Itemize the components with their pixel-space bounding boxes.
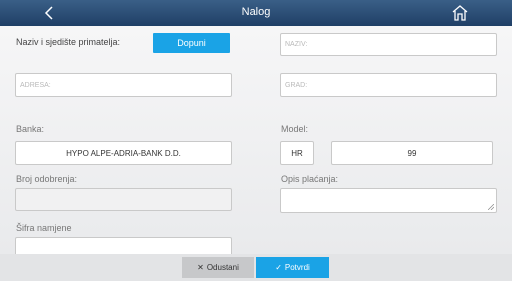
name-field[interactable]: NAZIV: (280, 33, 497, 56)
model-select[interactable]: 99 (331, 141, 493, 165)
bank-value: HYPO ALPE-ADRIA-BANK D.D. (66, 148, 181, 158)
resize-handle-icon[interactable] (488, 204, 494, 210)
cancel-button[interactable]: ✕ Odustani (182, 257, 254, 278)
confirm-button[interactable]: ✓ Potvrdi (256, 257, 329, 278)
model-label: Model: (281, 124, 309, 134)
address-placeholder: ADRESA: (20, 81, 51, 89)
cancel-label: Odustani (206, 263, 239, 272)
description-field[interactable] (280, 188, 497, 213)
purpose-label: Šifra namjene (16, 223, 72, 233)
action-bar: ✕ Odustani ✓ Potvrdi (0, 254, 512, 281)
model-country-field[interactable]: HR (280, 141, 314, 165)
recipient-label: Naziv i sjedište primatelja: (16, 37, 121, 47)
home-icon (452, 5, 468, 21)
approval-field[interactable] (15, 188, 232, 211)
bank-select[interactable]: HYPO ALPE-ADRIA-BANK D.D. (15, 141, 232, 165)
model-country-value: HR (291, 148, 303, 158)
page-title: Nalog (241, 6, 271, 18)
address-field[interactable]: ADRESA: (15, 73, 232, 97)
close-icon: ✕ (197, 263, 204, 272)
name-placeholder: NAZIV: (285, 41, 308, 48)
purpose-field[interactable] (15, 237, 232, 254)
description-label: Opis plaćanja: (281, 174, 339, 184)
city-field[interactable]: GRAD: (280, 73, 497, 97)
home-button[interactable] (450, 3, 470, 23)
city-placeholder: GRAD: (285, 81, 308, 89)
check-icon: ✓ (275, 263, 282, 272)
model-value: 99 (407, 148, 417, 158)
approval-label: Broj odobrenja: (16, 174, 78, 184)
fill-button[interactable]: Dopuni (153, 33, 230, 53)
top-bar: Nalog (0, 0, 512, 26)
bank-label: Banka: (16, 124, 45, 134)
confirm-label: Potvrdi (284, 263, 310, 272)
payment-form: Naziv i sjedište primatelja: Dopuni NAZI… (0, 26, 512, 254)
